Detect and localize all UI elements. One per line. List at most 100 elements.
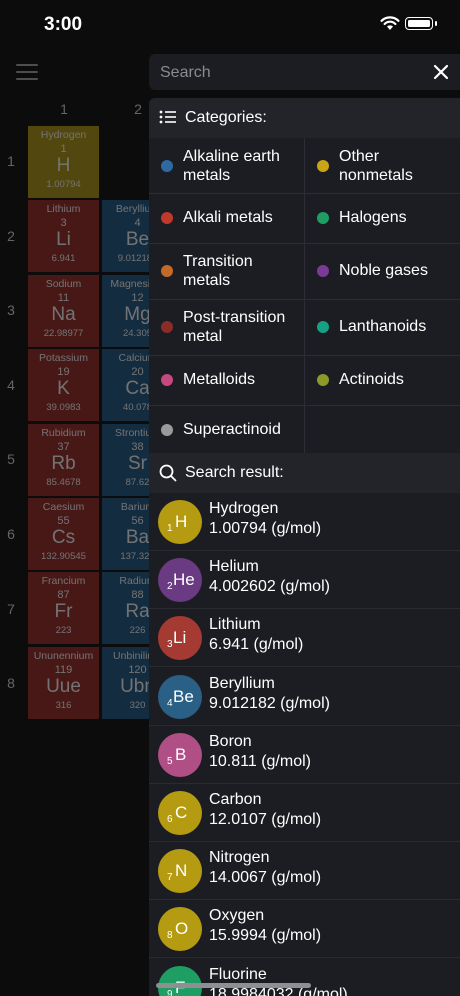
element-name: Hydrogen [40, 129, 87, 141]
category-color-dot [161, 374, 173, 386]
element-symbol: N [175, 861, 188, 881]
close-icon[interactable] [430, 61, 452, 83]
category-color-dot [317, 212, 329, 224]
element-symbol: Fr [54, 601, 73, 623]
category-item[interactable]: Halogens [305, 193, 460, 243]
atomic-mass: 15.9994 (g/mol) [209, 927, 322, 945]
element-badge: 8O [158, 907, 202, 952]
category-item[interactable]: Other nonmetals [305, 138, 460, 193]
atomic-mass: 6.941 (g/mol) [209, 636, 304, 654]
atomic-number: 37 [57, 440, 70, 453]
element-name: Helium [209, 558, 259, 576]
atomic-mass: 9.012182 (g/mol) [209, 694, 330, 712]
row-header: 1 [7, 153, 15, 169]
result-row[interactable]: 6 C Carbon 12.0107 (g/mol) [149, 784, 460, 842]
category-item[interactable]: Lanthanoids [305, 299, 460, 355]
element-name: Fluorine [209, 965, 267, 983]
category-item[interactable]: Transition metals [149, 243, 304, 299]
result-row[interactable]: 2 He Helium 4.002602 (g/mol) [149, 551, 460, 610]
category-label: Halogens [339, 209, 407, 226]
atomic-mass: 6.941 [51, 253, 76, 265]
atomic-mass: 39.0983 [46, 402, 81, 414]
element-cell[interactable]: Rubidium 37 Rb 85.4678 [28, 423, 99, 496]
element-badge: 2 He [158, 558, 202, 603]
category-color-dot [317, 374, 329, 386]
category-label: Other nonmetals [339, 147, 413, 184]
category-item[interactable]: Superactinoid [149, 405, 304, 455]
menu-icon[interactable] [16, 64, 38, 80]
category-item[interactable]: Post-transition metal [149, 299, 304, 355]
atomic-number: 55 [57, 515, 70, 527]
atomic-number: 1 [167, 523, 173, 534]
element-name: Caesium [42, 501, 85, 513]
element-name: Oxygen [209, 907, 265, 925]
element-cell[interactable]: Sodium 11 Na 22.98977 [28, 274, 99, 347]
categories-header: Categories: [149, 98, 460, 138]
result-row[interactable]: 7 N Nitrogen 14.0067 (g/mol) [149, 842, 460, 901]
element-badge: 1H [158, 500, 202, 544]
category-item[interactable]: Metalloids [149, 355, 304, 405]
result-row[interactable]: 4 Be Beryllium 9.012182 (g/mol) [149, 668, 460, 726]
category-label: Noble gases [339, 262, 428, 279]
element-badge: 4 Be [158, 674, 202, 719]
row-header: 3 [7, 302, 15, 319]
atomic-mass: 10.811 (g/mol) [209, 752, 311, 770]
search-icon [159, 464, 177, 482]
element-name: Nitrogen [209, 849, 270, 867]
element-symbol: Uue [46, 675, 81, 697]
element-name: Lithium [46, 203, 81, 216]
element-cell[interactable]: Potassium 19 K 39.0983 [28, 349, 99, 422]
search-input[interactable] [158, 60, 422, 86]
list-icon [159, 110, 176, 124]
element-cell[interactable]: Hydrogen 1 H 1.00794 [28, 126, 99, 198]
element-cell[interactable]: Caesium 55 Cs 132.90545 [28, 498, 99, 570]
element-symbol: C [175, 803, 188, 822]
atomic-number: 1 [60, 143, 67, 155]
element-symbol: Li [56, 229, 71, 251]
result-row[interactable]: 9FFluorine18.9984032 (g/mol) [149, 959, 460, 996]
result-row[interactable]: 5 B Boron 10.811 (g/mol) [149, 726, 460, 784]
atomic-number: 6 [167, 814, 173, 825]
atomic-mass: 22.98977 [43, 327, 84, 339]
element-badge: 7N [158, 849, 202, 894]
atomic-mass: 4.002602 (g/mol) [209, 578, 330, 596]
category-item[interactable]: Alkali metals [149, 193, 304, 243]
category-label: Superactinoid [183, 421, 281, 438]
element-cell[interactable]: Lithium 3 Li 6.941 [28, 200, 99, 273]
element-symbol: Be [173, 686, 194, 706]
element-cell[interactable]: Ununennium 119 Uue 316 [28, 646, 99, 719]
element-badge: 9F [158, 965, 202, 996]
element-symbol: H [175, 512, 188, 531]
atomic-mass: 12.0107 (g/mol) [209, 811, 322, 828]
element-symbol: Na [51, 303, 76, 325]
category-color-dot [317, 159, 329, 172]
category-item[interactable]: Alkaline earth metals [149, 138, 304, 193]
element-name: Beryllium [209, 674, 275, 692]
category-item[interactable]: Noble gases [305, 243, 460, 299]
result-row[interactable]: 8 O Oxygen 15.9994 (g/mol) [149, 900, 460, 959]
atomic-number: 9 [167, 988, 173, 996]
element-name: Boron [209, 732, 252, 750]
element-name: Carbon [209, 791, 262, 808]
element-badge: 6C [158, 791, 202, 835]
element-symbol: B [175, 744, 187, 764]
element-name: Sodium [45, 277, 82, 290]
element-cell[interactable]: Francium 87 Fr 223 [28, 572, 99, 645]
atomic-number: 5 [167, 755, 173, 767]
element-badge: 5B [158, 732, 202, 777]
result-row[interactable]: 1 H Hydrogen 1.00794 (g/mol) [149, 493, 460, 551]
category-item[interactable]: Actinoids [305, 355, 460, 405]
atomic-mass: 1.00794 [46, 179, 81, 190]
element-name: Lithium [209, 616, 261, 634]
row-header: 2 [7, 227, 15, 244]
element-symbol: He [173, 570, 195, 590]
category-color-dot [317, 321, 329, 333]
category-label: Post-transition metal [183, 309, 286, 345]
row-header: 4 [7, 376, 15, 393]
atomic-number: 3 [167, 639, 173, 651]
result-row[interactable]: 3 Li Lithium 6.941 (g/mol) [149, 609, 460, 668]
atomic-number: 3 [60, 217, 67, 230]
atomic-mass: 14.0067 (g/mol) [209, 869, 322, 887]
atomic-mass: 223 [55, 625, 72, 637]
atomic-mass: 316 [55, 699, 72, 711]
